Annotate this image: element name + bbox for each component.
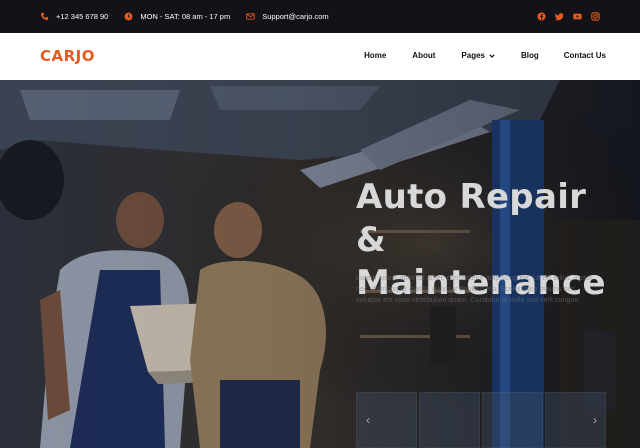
clock-icon	[124, 12, 133, 21]
slider-prev-arrow-icon[interactable]: ‹	[362, 414, 374, 426]
chevron-down-icon	[489, 53, 495, 59]
nav-item-blog[interactable]: Blog	[521, 51, 539, 60]
social-links	[537, 12, 600, 21]
nav-item-about[interactable]: About	[412, 51, 435, 60]
hero-heading-line-1: Auto Repair &	[356, 177, 587, 260]
slider-next-arrow-icon[interactable]: ›	[589, 414, 601, 426]
phone-icon	[40, 12, 49, 21]
hero-section: Auto Repair & Maintenance Lorem ipsum do…	[0, 80, 640, 448]
hero-thumbnail[interactable]	[419, 392, 480, 448]
main-header: CARJO Home About Pages Blog Contact Us	[0, 33, 640, 80]
facebook-icon[interactable]	[537, 12, 546, 21]
twitter-icon[interactable]	[555, 12, 564, 21]
envelope-icon	[246, 12, 255, 21]
site-logo[interactable]: CARJO	[40, 47, 95, 65]
opening-hours: MON - SAT: 08 am - 17 pm	[140, 12, 231, 21]
hero-description: Lorem ipsum dolor sit amet, consectetur …	[356, 273, 593, 304]
hero-thumbnail-strip	[356, 392, 606, 448]
hours-info: MON - SAT: 08 am - 17 pm	[124, 12, 230, 21]
youtube-icon[interactable]	[573, 12, 582, 21]
phone-number: +12 345 678 90	[56, 12, 109, 21]
nav-item-pages[interactable]: Pages	[461, 51, 495, 60]
email-info[interactable]: Support@carjo.com	[246, 12, 329, 21]
phone-info[interactable]: +12 345 678 90	[40, 12, 108, 21]
nav-item-pages-label: Pages	[461, 51, 485, 60]
hero-thumbnail[interactable]	[482, 392, 543, 448]
email-address: Support@carjo.com	[262, 12, 329, 21]
nav-item-home[interactable]: Home	[364, 51, 386, 60]
main-navigation: Home About Pages Blog Contact Us	[364, 51, 606, 60]
nav-item-contact-us[interactable]: Contact Us	[564, 51, 606, 60]
instagram-icon[interactable]	[591, 12, 600, 21]
top-info-bar: +12 345 678 90 MON - SAT: 08 am - 17 pm …	[0, 0, 640, 33]
